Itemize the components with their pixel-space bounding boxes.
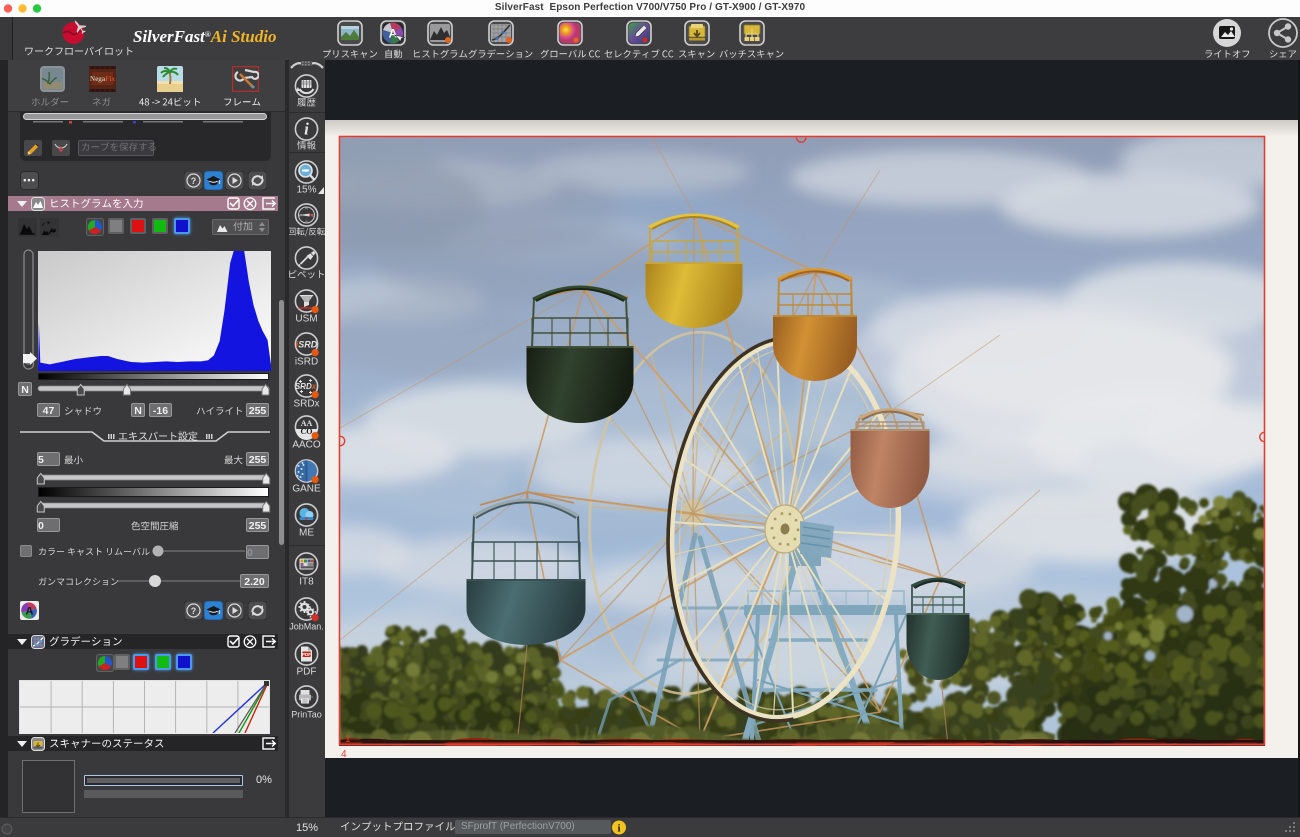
svg-text:iSRD: iSRD: [295, 357, 318, 368]
svg-text:NegaFix: NegaFix: [90, 75, 115, 83]
svg-text:SRDx: SRDx: [293, 399, 319, 410]
svg-text:1: 1: [345, 734, 351, 745]
svg-text:AACO: AACO: [292, 440, 321, 451]
svg-text:USM: USM: [295, 314, 317, 325]
svg-text:ME: ME: [299, 528, 314, 539]
svg-text:i: i: [617, 823, 620, 835]
svg-text:i: i: [304, 120, 309, 139]
svg-text:PDF: PDF: [297, 667, 317, 678]
svg-text:IT8: IT8: [299, 577, 314, 588]
svg-text:CO: CO: [301, 427, 313, 436]
svg-text:15%: 15%: [296, 185, 316, 196]
svg-text:GANE: GANE: [292, 484, 321, 495]
svg-text:PrinTao: PrinTao: [291, 710, 322, 720]
svg-text:PDF: PDF: [302, 652, 311, 657]
svg-text:?: ?: [191, 606, 197, 616]
svg-text:SRDx: SRDx: [295, 382, 317, 391]
svg-text:A: A: [26, 606, 34, 618]
svg-text:4: 4: [341, 749, 347, 760]
svg-text:iSRD: iSRD: [296, 340, 318, 350]
svg-text:?: ?: [191, 176, 197, 186]
svg-text:A: A: [389, 27, 398, 41]
svg-text:JobMan.: JobMan.: [289, 622, 324, 632]
